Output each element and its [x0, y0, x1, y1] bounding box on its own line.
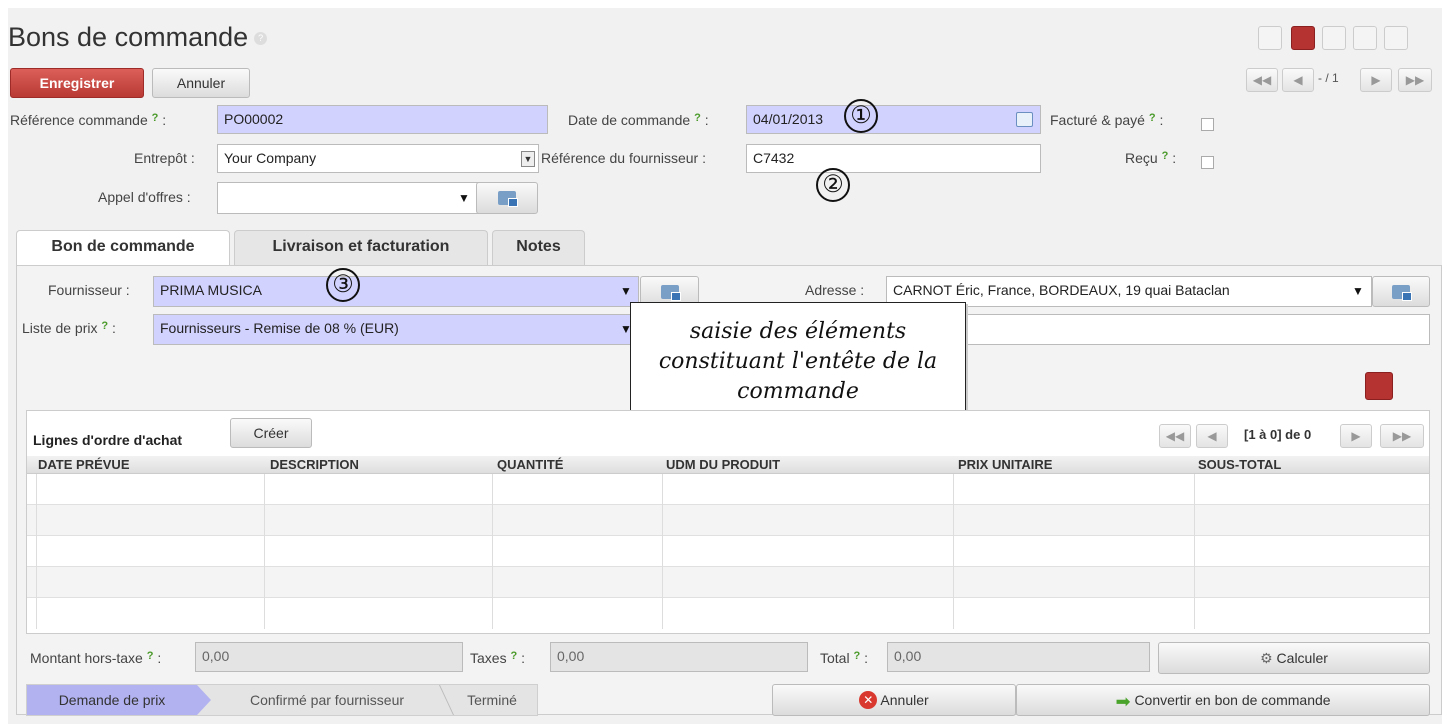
folder-search-icon [1392, 284, 1412, 301]
invoiced-label: Facturé & payé ? : [1050, 112, 1164, 128]
column-divider [953, 474, 954, 629]
total-label: Total ? : [820, 650, 868, 666]
date-label: Date de commande ? : [568, 112, 709, 128]
calendar-icon[interactable] [1016, 112, 1033, 127]
col-description-header[interactable]: DESCRIPTION [270, 457, 359, 473]
supplier-ref-input[interactable]: C7432 [746, 144, 1041, 173]
order-lines-title: Lignes d'ordre d'achat [33, 432, 183, 448]
lines-first-page-icon[interactable]: ◀◀ [1159, 424, 1191, 448]
next-page-icon[interactable]: ▶ [1360, 68, 1392, 92]
warehouse-label: Entrepôt : [134, 150, 195, 166]
cancel-order-button[interactable]: ✕ Annuler [772, 684, 1016, 716]
first-page-icon[interactable]: ◀◀ [1246, 68, 1278, 92]
status-stage-confirmed[interactable]: Confirmé par fournisseur [213, 685, 441, 715]
total-amount: 0,00 [887, 642, 1150, 672]
column-divider [264, 474, 265, 629]
address-dropdown-icon[interactable]: ▼ [1352, 284, 1364, 298]
lines-last-page-icon[interactable]: ▶▶ [1380, 424, 1424, 448]
tab-purchase-order[interactable]: Bon de commande [16, 230, 230, 266]
gears-icon: ⚙ [1260, 650, 1273, 666]
extra-field-input[interactable] [886, 314, 1430, 345]
lines-pager-text: [1 à 0] de 0 [1244, 427, 1312, 442]
form-view-icon[interactable] [1291, 26, 1315, 50]
save-button[interactable]: Enregistrer [10, 68, 144, 98]
column-divider [36, 474, 37, 629]
lines-prev-page-icon[interactable]: ◀ [1196, 424, 1228, 448]
supplier-ref-label: Référence du fournisseur : [541, 150, 706, 166]
annotation-marker-two: ② [816, 168, 850, 202]
column-divider [492, 474, 493, 629]
warehouse-select[interactable]: Your Company [217, 144, 539, 173]
table-row [27, 567, 1429, 598]
pricelist-label: Liste de prix ? : [22, 320, 116, 336]
page-title-text: Bons de commande [8, 22, 249, 52]
invoiced-checkbox[interactable] [1201, 118, 1214, 131]
taxes-amount: 0,00 [550, 642, 808, 672]
taxes-label: Taxes ? : [470, 650, 525, 666]
tender-label: Appel d'offres : [98, 189, 191, 205]
received-checkbox[interactable] [1201, 156, 1214, 169]
lines-form-view-icon[interactable] [1400, 372, 1428, 400]
ref-input[interactable]: PO00002 [217, 105, 548, 134]
calendar-view-icon[interactable] [1384, 26, 1408, 50]
col-uom-header[interactable]: UDM DU PRODUIT [666, 457, 780, 473]
pricelist-select[interactable]: Fournisseurs - Remise de 08 % (EUR) [153, 314, 639, 345]
tender-dropdown-icon[interactable]: ▼ [458, 191, 470, 205]
untaxed-amount: 0,00 [195, 642, 463, 672]
status-arrow [197, 685, 211, 715]
date-input[interactable]: 04/01/2013 [746, 105, 1041, 134]
table-row [27, 536, 1429, 567]
arrow-right-icon: ➡ [1115, 691, 1131, 712]
tab-delivery-invoicing[interactable]: Livraison et facturation [234, 230, 488, 266]
supplier-select[interactable]: PRIMA MUSICA [153, 276, 639, 307]
tender-search-button[interactable] [476, 182, 538, 214]
address-label: Adresse : [805, 282, 865, 298]
lines-next-page-icon[interactable]: ▶ [1340, 424, 1372, 448]
compute-label: Calculer [1276, 650, 1328, 666]
cancel-order-label: Annuler [880, 692, 929, 708]
graph-view-icon[interactable] [1353, 26, 1377, 50]
received-label: Reçu ? : [1125, 150, 1177, 166]
cancel-icon: ✕ [859, 690, 878, 709]
lines-list-view-icon[interactable] [1365, 372, 1393, 400]
folder-search-icon [498, 191, 518, 207]
supplier-label: Fournisseur : [48, 282, 130, 298]
table-row [27, 474, 1429, 505]
convert-order-label: Convertir en bon de commande [1134, 692, 1331, 708]
annotation-marker-one: ① [844, 99, 878, 133]
col-subtotal-header[interactable]: SOUS-TOTAL [1198, 457, 1281, 473]
address-search-button[interactable] [1372, 276, 1430, 307]
prev-page-icon[interactable]: ◀ [1282, 68, 1314, 92]
ref-label: Référence commande ? : [10, 112, 167, 128]
compute-button[interactable]: ⚙ Calculer [1158, 642, 1430, 674]
tender-select[interactable] [217, 182, 479, 214]
convert-order-button[interactable]: ➡ Convertir en bon de commande [1016, 684, 1430, 716]
untaxed-label: Montant hors-taxe ? : [30, 650, 162, 666]
page-view-icon[interactable] [1322, 26, 1346, 50]
column-divider [1194, 474, 1195, 629]
table-row [27, 598, 1429, 629]
supplier-dropdown-icon[interactable]: ▼ [620, 284, 632, 298]
cancel-edit-button[interactable]: Annuler [152, 68, 250, 98]
tab-notes[interactable]: Notes [492, 230, 585, 266]
table-row [27, 505, 1429, 536]
col-quantity-header[interactable]: QUANTITÉ [497, 457, 563, 473]
status-stage-draft[interactable]: Demande de prix [27, 685, 197, 715]
record-pager-text: - / 1 [1318, 71, 1339, 85]
status-stage-done[interactable]: Terminé [448, 685, 536, 715]
page-title: Bons de commande? [8, 22, 268, 53]
create-line-button[interactable]: Créer [230, 418, 312, 448]
annotation-marker-three: ③ [326, 268, 360, 302]
form-view: Bons de commande? Enregistrer Annuler ◀◀… [8, 8, 1442, 724]
help-icon[interactable]: ? [254, 32, 268, 46]
column-divider [662, 474, 663, 629]
last-page-icon[interactable]: ▶▶ [1398, 68, 1432, 92]
col-date-header[interactable]: DATE PRÉVUE [38, 457, 130, 473]
warehouse-dropdown-icon[interactable]: ▼ [521, 151, 535, 167]
list-view-icon[interactable] [1258, 26, 1282, 50]
folder-search-icon [660, 284, 681, 301]
col-unit-price-header[interactable]: PRIX UNITAIRE [958, 457, 1052, 473]
